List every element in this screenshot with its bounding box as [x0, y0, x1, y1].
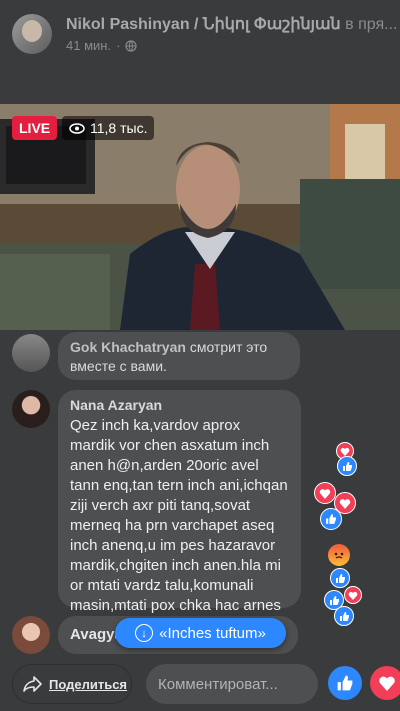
post-meta: 41 мин. ·: [66, 38, 138, 53]
commenter-avatar[interactable]: [12, 334, 50, 372]
comment-input[interactable]: [146, 664, 318, 704]
commenter-name[interactable]: Nana Azaryan: [70, 397, 289, 413]
live-badge: LIVE: [12, 116, 58, 140]
comment-avag: [12, 616, 50, 654]
post-time: 41 мин.: [66, 38, 112, 53]
angry-icon: [328, 544, 350, 566]
arrow-down-icon: ↓: [135, 624, 154, 642]
comment-text: Qez inch ka,vardov aprox mardik vor chen…: [70, 417, 288, 634]
share-label: Поделиться: [49, 676, 128, 692]
joined-bubble: Gok Khachatryan смотрит это вместе с вам…: [58, 332, 300, 380]
author-avatar[interactable]: [12, 14, 52, 54]
love-icon: [379, 676, 395, 691]
post-header: Nikol Pashinyan / Նիկոլ Փաշինյան в пря..…: [0, 0, 400, 104]
love-icon: [344, 586, 362, 604]
share-icon: [23, 676, 42, 692]
like-button[interactable]: [328, 666, 362, 700]
viewer-count: 11,8 тыс.: [62, 116, 155, 140]
commenter-name[interactable]: Gok Khachatryan: [70, 339, 186, 355]
video-frame: [0, 104, 400, 330]
like-icon: [330, 568, 350, 588]
commenter-avatar[interactable]: [12, 390, 50, 428]
live-video[interactable]: LIVE 11,8 тыс.: [0, 104, 400, 330]
bottom-bar: Поделиться: [0, 660, 400, 711]
globe-icon: [125, 39, 138, 52]
eye-icon: [69, 122, 85, 134]
like-icon: [337, 456, 357, 476]
author-name[interactable]: Nikol Pashinyan / Նիկոլ Փաշինյան в пря..…: [66, 14, 396, 34]
like-icon: [337, 675, 353, 691]
like-icon: [320, 508, 342, 530]
love-button[interactable]: [370, 666, 400, 700]
comment-bubble: Nana Azaryan Qez inch ka,vardov aprox ma…: [58, 390, 301, 634]
commenter-avatar[interactable]: [12, 616, 50, 654]
comment-joined: [12, 334, 50, 372]
like-icon: [334, 606, 354, 626]
share-button[interactable]: Поделиться: [12, 664, 132, 704]
love-icon: [314, 482, 336, 504]
comment-nana: [12, 390, 50, 428]
new-comment-pill[interactable]: ↓ «Inches tuftum»: [115, 618, 286, 648]
